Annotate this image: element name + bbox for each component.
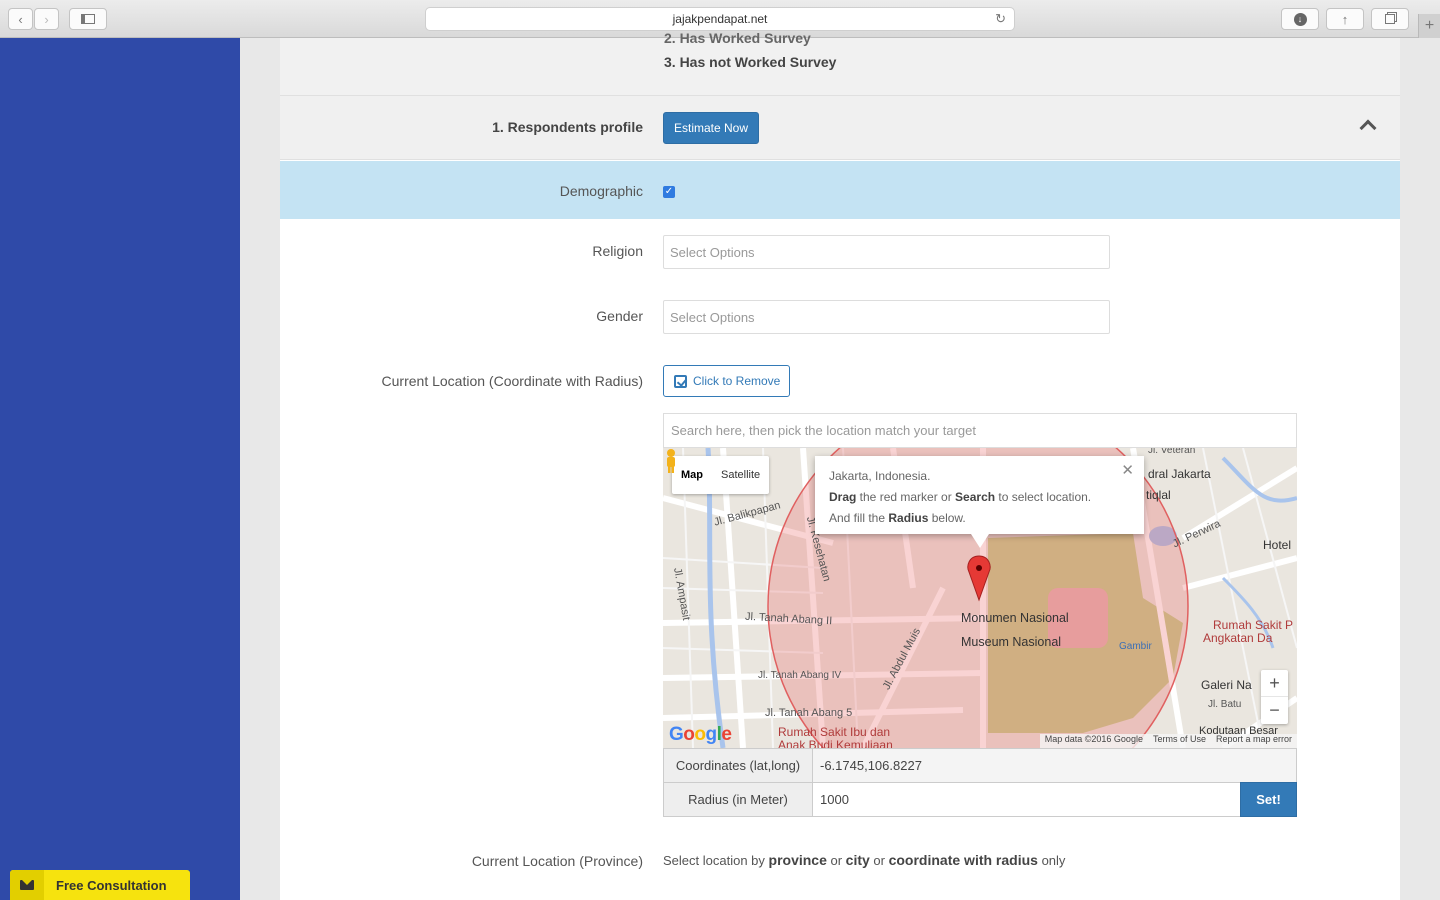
reload-icon[interactable]: ↻	[995, 11, 1006, 27]
survey-list-item-2: 2. Has Worked Survey	[664, 30, 811, 46]
share-button[interactable]: ↑	[1326, 8, 1364, 30]
map-data-attribution: Map data ©2016 Google	[1044, 734, 1143, 744]
map-info-window: Jakarta, Indonesia. Drag the red marker …	[815, 456, 1144, 548]
respondents-profile-header[interactable]: 1. Respondents profile Estimate Now	[280, 96, 1400, 160]
map-footer: Map data ©2016 Google Terms of Use Repor…	[1039, 734, 1297, 748]
location-map[interactable]: Jl. Balikpapan Jl. Kesehatan Jl. Ampasit…	[663, 448, 1297, 748]
zoom-control: + −	[1261, 670, 1288, 724]
respondents-profile-label: 1. Respondents profile	[492, 119, 643, 135]
map-label-rumah-sakit: Rumah Sakit Ibu dan	[778, 725, 891, 739]
downloads-button[interactable]: ↓	[1281, 8, 1319, 30]
tabs-button[interactable]	[1371, 8, 1409, 30]
map-label-batu: Jl. Batu	[1208, 699, 1242, 710]
info-line-1: Drag the red marker or Search to select …	[829, 490, 1092, 504]
map-label-galeri: Galeri Na	[1201, 678, 1252, 692]
radius-label: Radius (in Meter)	[663, 782, 813, 817]
radius-row: Radius (in Meter) 1000 Set!	[663, 782, 1297, 817]
estimate-now-button[interactable]: Estimate Now	[663, 112, 759, 144]
demographic-label: Demographic	[559, 183, 643, 199]
url-text: jajakpendapat.net	[672, 12, 768, 26]
click-to-remove-label: Click to Remove	[693, 374, 781, 388]
download-icon: ↓	[1293, 12, 1307, 26]
pegman-icon[interactable]	[663, 448, 679, 474]
map-type-control: Map Satellite	[672, 456, 770, 494]
coordinates-row: Coordinates (lat,long) -6.1745,106.8227	[663, 748, 1297, 783]
gender-select[interactable]: Select Options	[663, 300, 1110, 334]
zoom-in-button[interactable]: +	[1261, 670, 1288, 697]
survey-list-block: 2. Has Worked Survey 3. Has not Worked S…	[280, 30, 1400, 96]
free-consultation-label: Free Consultation	[56, 877, 167, 893]
map-label-tanah-abang-5: Jl. Tanah Abang 5	[765, 707, 853, 719]
radius-input[interactable]: 1000	[812, 782, 1241, 817]
map-label-anak-budi: Anak Budi Kemuliaan	[778, 738, 893, 748]
religion-label: Religion	[592, 243, 643, 259]
survey-list-item-3: 3. Has not Worked Survey	[664, 54, 837, 70]
demographic-checkbox[interactable]: ✓	[663, 186, 675, 198]
sidebar	[0, 38, 240, 900]
sidebar-icon	[81, 14, 95, 24]
envelope-icon	[10, 870, 44, 900]
forward-button[interactable]: ›	[34, 8, 59, 30]
info-line-2: And fill the Radius below.	[829, 511, 966, 525]
chevron-up-icon[interactable]	[1359, 119, 1377, 137]
map-label-angkatan: Angkatan Da	[1203, 631, 1273, 645]
map-label-hotel: Hotel	[1263, 538, 1292, 552]
map-label-rumah-sakit-p: Rumah Sakit P	[1213, 618, 1294, 632]
map-label-istiqlal: tiqlal	[1146, 488, 1171, 502]
back-button[interactable]: ‹	[8, 8, 33, 30]
report-map-error-link[interactable]: Report a map error	[1211, 734, 1297, 748]
map-label-monumen-nasional: Monumen Nasional	[961, 611, 1069, 625]
sidebar-toggle-button[interactable]	[69, 8, 107, 30]
free-consultation-button[interactable]: Free Consultation	[10, 870, 190, 900]
current-location-label: Current Location (Coordinate with Radius…	[381, 373, 643, 389]
share-icon: ↑	[1341, 11, 1349, 27]
close-icon[interactable]: ✕	[1121, 460, 1134, 481]
terms-of-use-link[interactable]: Terms of Use	[1148, 734, 1211, 748]
map-label-veteran: Jl. Veteran	[1148, 448, 1196, 456]
location-search-input[interactable]: Search here, then pick the location matc…	[663, 413, 1297, 448]
new-tab-button[interactable]: +	[1418, 14, 1440, 38]
province-help-text: Select location by province or city or c…	[663, 852, 1066, 868]
gender-label: Gender	[596, 308, 643, 324]
map-label-museum-nasional: Museum Nasional	[961, 635, 1062, 649]
coordinates-label: Coordinates (lat,long)	[663, 748, 813, 783]
coordinates-input[interactable]: -6.1745,106.8227	[812, 748, 1297, 783]
check-square-icon	[674, 374, 687, 388]
religion-select[interactable]: Select Options	[663, 235, 1110, 269]
set-radius-button[interactable]: Set!	[1240, 782, 1297, 817]
province-label: Current Location (Province)	[471, 853, 643, 869]
address-bar[interactable]: jajakpendapat.net ↻	[425, 7, 1015, 31]
zoom-out-button[interactable]: −	[1261, 697, 1288, 724]
info-title: Jakarta, Indonesia.	[829, 469, 931, 483]
click-to-remove-button[interactable]: Click to Remove	[663, 365, 790, 397]
google-logo: Google	[669, 724, 732, 745]
map-label-katedral: dral Jakarta	[1148, 467, 1211, 481]
demographic-row: Demographic ✓	[280, 161, 1400, 219]
map-label-gambir: Gambir	[1119, 641, 1152, 652]
map-label-tanah-abang-4: Jl. Tanah Abang IV	[758, 670, 842, 681]
map-type-satellite-button[interactable]: Satellite	[712, 456, 769, 494]
main-content: 2. Has Worked Survey 3. Has not Worked S…	[280, 30, 1400, 900]
tabs-icon	[1385, 14, 1395, 24]
